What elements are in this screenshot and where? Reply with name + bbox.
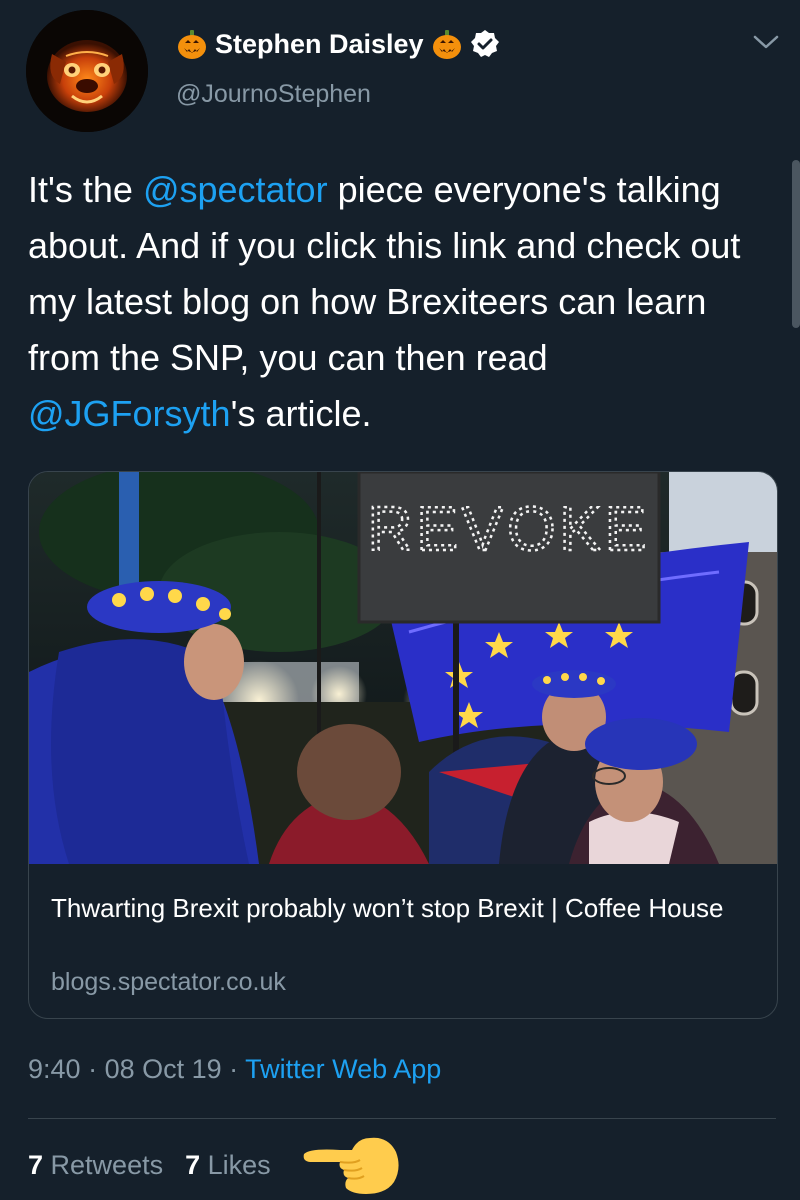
retweets-stat[interactable]: 7 Retweets [28, 1150, 163, 1180]
verified-badge-icon [470, 30, 499, 57]
article-photo: REVOKE [29, 472, 777, 864]
jack-o-lantern-emoji [178, 30, 206, 59]
mention-link-spectator[interactable]: @spectator [143, 169, 328, 210]
divider [28, 1118, 776, 1119]
revoke-sign-text: REVOKE [368, 495, 650, 564]
author-handle[interactable]: @JournoStephen [176, 80, 371, 109]
card-domain: blogs.spectator.co.uk [51, 968, 286, 996]
tweet-text-part: It's the [28, 169, 143, 210]
meta-separator: · [221, 1054, 246, 1084]
likes-count: 7 [185, 1150, 201, 1180]
author-name-row[interactable]: Stephen Daisley [176, 24, 500, 64]
meta-separator: · [80, 1054, 105, 1084]
engagement-stats: 7 Retweets 7 Likes [28, 1150, 271, 1181]
likes-label: Likes [200, 1150, 271, 1180]
backhand-index-pointing-left-emoji [303, 1137, 399, 1194]
tweet-metadata: 9:40 · 08 Oct 19 · Twitter Web App [28, 1054, 441, 1085]
tweet-date: 08 Oct 19 [104, 1054, 222, 1084]
link-preview-card[interactable]: REVOKE Thwarting Brexit probably won’t s… [28, 471, 778, 1019]
likes-stat[interactable]: 7 Likes [185, 1150, 271, 1180]
chevron-down-icon[interactable] [752, 32, 780, 52]
card-title[interactable]: Thwarting Brexit probably won’t stop Bre… [51, 888, 751, 928]
tweet-time: 9:40 [28, 1054, 81, 1084]
jack-o-lantern-emoji [432, 30, 461, 59]
tweet-text: It's the @spectator piece everyone's tal… [28, 162, 780, 442]
retweets-count: 7 [28, 1150, 44, 1180]
scrollbar[interactable] [792, 160, 800, 328]
retweets-label: Retweets [43, 1150, 164, 1180]
tweet-text-part: 's article. [230, 393, 372, 434]
avatar[interactable] [26, 10, 148, 132]
source-app-link[interactable]: Twitter Web App [245, 1054, 441, 1084]
pug-jack-o-lantern-avatar [26, 10, 148, 132]
author-display-name[interactable]: Stephen Daisley [215, 29, 424, 60]
mention-link-jgforsyth[interactable]: @JGForsyth [28, 393, 231, 434]
